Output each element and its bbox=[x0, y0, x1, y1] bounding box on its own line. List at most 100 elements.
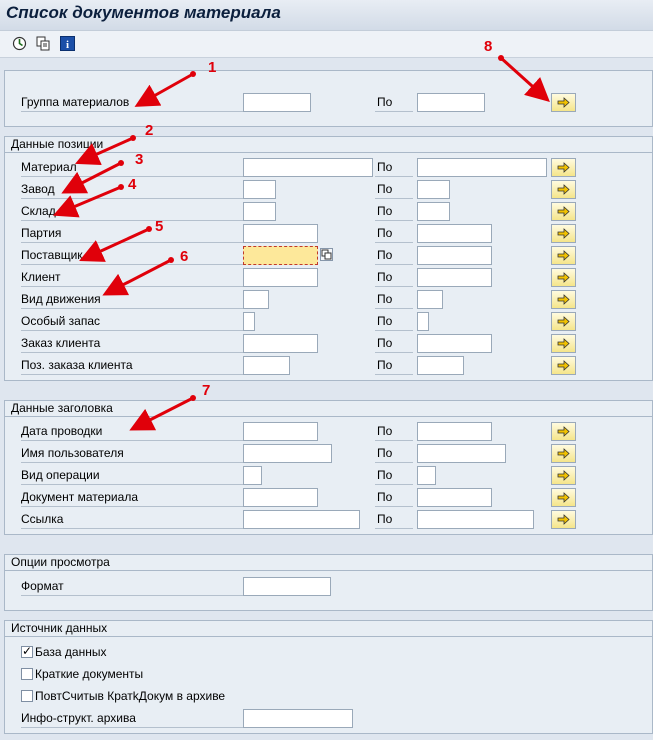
hdr-rows-row-2-label: Имя пользователя bbox=[21, 444, 243, 463]
pos-rows-row-9-to-input[interactable] bbox=[417, 334, 492, 353]
material-group-multiple-selection-button[interactable] bbox=[551, 93, 576, 112]
short-documents-checkbox[interactable] bbox=[21, 668, 33, 680]
pos-rows-row-4-from-input[interactable] bbox=[243, 224, 318, 243]
execute-icon[interactable] bbox=[12, 36, 27, 51]
pos-rows-row-8-from-input[interactable] bbox=[243, 312, 255, 331]
pos-rows-row-8-to-label: По bbox=[375, 312, 413, 331]
pos-rows-row-9-multiple-selection-button[interactable] bbox=[551, 334, 576, 353]
material-group-to-input[interactable] bbox=[417, 93, 485, 112]
pos-rows-row-2-to-input[interactable] bbox=[417, 180, 450, 199]
hdr-rows-row-4-multiple-selection-button[interactable] bbox=[551, 488, 576, 507]
material-group-to-label: По bbox=[375, 93, 413, 112]
title-bar: Список документов материала bbox=[0, 0, 653, 31]
pos-rows-row-5-multiple-selection-button[interactable] bbox=[551, 246, 576, 265]
pos-rows-row-7-multiple-selection-button[interactable] bbox=[551, 290, 576, 309]
pos-rows-row-5-to-input[interactable] bbox=[417, 246, 492, 265]
pos-rows-row-7-to-input[interactable] bbox=[417, 290, 443, 309]
pos-rows-row-6-to-input[interactable] bbox=[417, 268, 492, 287]
pos-rows-row-1-multiple-selection-button[interactable] bbox=[551, 158, 576, 177]
annotation-number-5: 5 bbox=[155, 218, 164, 235]
pos-rows-row-1-to-label: По bbox=[375, 158, 413, 177]
display-options-header: Опции просмотра bbox=[5, 555, 652, 571]
database-checkbox[interactable] bbox=[21, 644, 33, 658]
pos-rows-row-10-to-label: По bbox=[375, 356, 413, 375]
hdr-rows-row-4-from-input[interactable] bbox=[243, 488, 318, 507]
pos-rows-row-3-to-input[interactable] bbox=[417, 202, 450, 221]
pos-rows-row-2-to-label: По bbox=[375, 180, 413, 199]
pos-rows-row-3-to-label: По bbox=[375, 202, 413, 221]
value-help-icon[interactable] bbox=[320, 248, 333, 261]
material-group-section: Группа материалов По bbox=[4, 70, 653, 127]
hdr-rows-row-3-multiple-selection-button[interactable] bbox=[551, 466, 576, 485]
pos-rows-row-2-multiple-selection-button[interactable] bbox=[551, 180, 576, 199]
application-toolbar: i bbox=[0, 31, 653, 58]
hdr-rows-row-2-multiple-selection-button[interactable] bbox=[551, 444, 576, 463]
pos-rows-row-9-label: Заказ клиента bbox=[21, 334, 243, 353]
hdr-rows-row-5-to-input[interactable] bbox=[417, 510, 534, 529]
pos-rows-row-8-multiple-selection-button[interactable] bbox=[551, 312, 576, 331]
format-input[interactable] bbox=[243, 577, 331, 596]
format-label: Формат bbox=[21, 577, 243, 596]
pos-rows-row-7-from-input[interactable] bbox=[243, 290, 269, 309]
hdr-rows-row-3-to-input[interactable] bbox=[417, 466, 436, 485]
hdr-rows-row-5-label: Ссылка bbox=[21, 510, 243, 529]
data-source-section: Источник данных База данных Краткие доку… bbox=[4, 620, 653, 734]
hdr-rows-row-5-multiple-selection-button[interactable] bbox=[551, 510, 576, 529]
hdr-rows-row-4-label: Документ материала bbox=[21, 488, 243, 507]
hdr-rows-row-1-label: Дата проводки bbox=[21, 422, 243, 441]
pos-rows-row-6-label: Клиент bbox=[21, 268, 243, 287]
pos-rows-row-1-to-input[interactable] bbox=[417, 158, 547, 177]
pos-rows-row-4-to-label: По bbox=[375, 224, 413, 243]
hdr-rows-row-3-to-label: По bbox=[375, 466, 413, 485]
pos-rows-row-9-from-input[interactable] bbox=[243, 334, 318, 353]
display-options-section: Опции просмотра Формат bbox=[4, 554, 653, 611]
material-group-from-input[interactable] bbox=[243, 93, 311, 112]
pos-rows-row-7-label: Вид движения bbox=[21, 290, 243, 309]
header-data-section: Данные заголовка Дата проводки По Имя поль… bbox=[4, 400, 653, 535]
annotation-number-8: 8 bbox=[484, 38, 493, 55]
pos-rows-row-3-multiple-selection-button[interactable] bbox=[551, 202, 576, 221]
pos-rows-row-3-from-input[interactable] bbox=[243, 202, 276, 221]
hdr-rows-row-1-to-input[interactable] bbox=[417, 422, 492, 441]
archive-reread-checkbox[interactable] bbox=[21, 690, 33, 702]
pos-rows-row-4-to-input[interactable] bbox=[417, 224, 492, 243]
copy-variant-icon[interactable] bbox=[36, 36, 51, 51]
hdr-rows-row-4-to-input[interactable] bbox=[417, 488, 492, 507]
annotation-number-3: 3 bbox=[135, 151, 144, 168]
pos-rows-row-5-label: Поставщик bbox=[21, 246, 243, 265]
material-group-label: Группа материалов bbox=[21, 93, 243, 112]
annotation-number-1: 1 bbox=[208, 59, 217, 76]
hdr-rows-row-1-multiple-selection-button[interactable] bbox=[551, 422, 576, 441]
info-icon[interactable]: i bbox=[60, 36, 75, 51]
annotation-number-6: 6 bbox=[180, 248, 189, 265]
pos-rows-row-7-to-label: По bbox=[375, 290, 413, 309]
pos-rows-row-10-label: Поз. заказа клиента bbox=[21, 356, 243, 375]
pos-rows-row-10-to-input[interactable] bbox=[417, 356, 464, 375]
position-data-header: Данные позиции bbox=[5, 137, 652, 153]
pos-rows-row-3-label: Склад bbox=[21, 202, 243, 221]
hdr-rows-row-3-from-input[interactable] bbox=[243, 466, 262, 485]
hdr-rows-row-1-to-label: По bbox=[375, 422, 413, 441]
hdr-rows-row-5-to-label: По bbox=[375, 510, 413, 529]
pos-rows-row-8-to-input[interactable] bbox=[417, 312, 429, 331]
hdr-rows-row-2-from-input[interactable] bbox=[243, 444, 332, 463]
pos-rows-row-4-multiple-selection-button[interactable] bbox=[551, 224, 576, 243]
pos-rows-row-1-from-input[interactable] bbox=[243, 158, 373, 177]
pos-rows-row-6-from-input[interactable] bbox=[243, 268, 318, 287]
pos-rows-row-8-label: Особый запас bbox=[21, 312, 243, 331]
hdr-rows-row-5-from-input[interactable] bbox=[243, 510, 360, 529]
hdr-rows-row-4-to-label: По bbox=[375, 488, 413, 507]
pos-rows-row-2-from-input[interactable] bbox=[243, 180, 276, 199]
pos-rows-row-10-from-input[interactable] bbox=[243, 356, 290, 375]
pos-rows-row-6-multiple-selection-button[interactable] bbox=[551, 268, 576, 287]
svg-text:i: i bbox=[66, 39, 69, 51]
hdr-rows-row-2-to-input[interactable] bbox=[417, 444, 506, 463]
archive-reread-checkbox-label: ПовтСчитыв КратkДокум в архиве bbox=[35, 689, 226, 703]
pos-rows-row-5-from-input[interactable] bbox=[243, 246, 318, 265]
archive-infostructure-input[interactable] bbox=[243, 709, 353, 728]
hdr-rows-row-1-from-input[interactable] bbox=[243, 422, 318, 441]
pos-rows-row-1-label: Материал bbox=[21, 158, 243, 177]
header-data-header: Данные заголовка bbox=[5, 401, 652, 417]
pos-rows-row-10-multiple-selection-button[interactable] bbox=[551, 356, 576, 375]
annotation-number-2: 2 bbox=[145, 122, 154, 139]
